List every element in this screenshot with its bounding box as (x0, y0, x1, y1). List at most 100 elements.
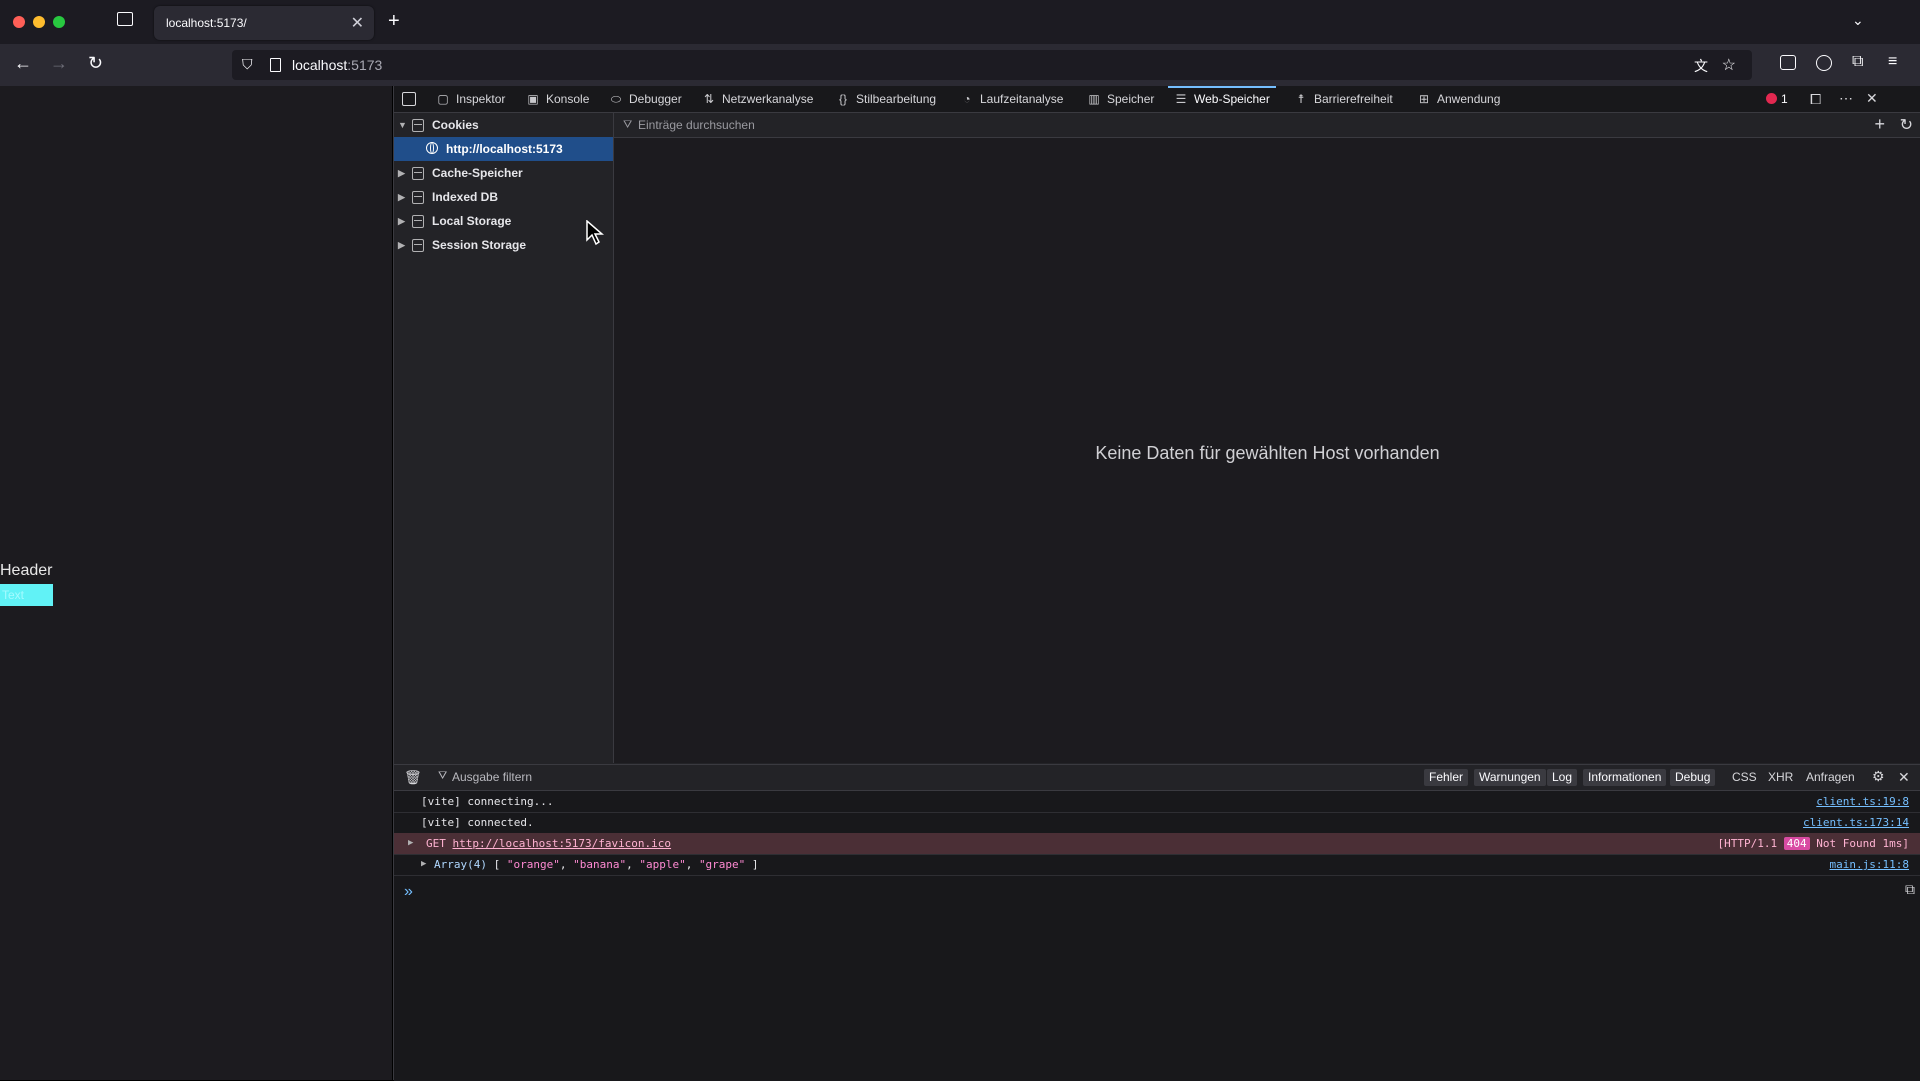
accessibility-icon: ☨ (1297, 92, 1305, 106)
log-source-link[interactable]: client.ts:19:8 (1816, 791, 1909, 812)
http-protocol: [HTTP/1.1 (1717, 837, 1778, 850)
css-filter-button[interactable]: CSS (1732, 769, 1757, 786)
database-icon (412, 215, 424, 228)
log-message: [vite] connected. (421, 816, 534, 829)
tree-item-cache[interactable]: ▶ Cache-Speicher (394, 161, 613, 185)
gear-icon[interactable]: ⚙ (1872, 768, 1885, 785)
tree-item-indexed-db[interactable]: ▶ Indexed DB (394, 185, 613, 209)
tab-laufzeitanalyse[interactable]: ◔ Laufzeitanalyse (960, 86, 1063, 112)
tree-item-label: Session Storage (432, 238, 527, 252)
collapsed-arrow-icon[interactable]: ▶ (398, 161, 405, 185)
close-window-button[interactable] (13, 16, 25, 28)
close-console-icon[interactable]: ✕ (1898, 769, 1910, 786)
chevron-down-icon[interactable]: ⌄ (1852, 12, 1864, 29)
translate-icon[interactable]: 文 (1694, 56, 1708, 76)
expand-arrow-icon[interactable]: ▶ (421, 854, 426, 875)
console-toolbar: 🗑 ⛛ Ausgabe filtern Fehler Warnungen Log… (394, 765, 1920, 791)
tab-barrierefreiheit[interactable]: ☨ Barrierefreiheit (1294, 86, 1393, 112)
close-icon[interactable]: ✕ (351, 13, 364, 33)
level-debug-button[interactable]: Debug (1670, 769, 1716, 786)
pocket-icon[interactable] (1780, 55, 1796, 70)
tab-label: Stilbearbeitung (856, 92, 937, 106)
account-icon[interactable] (1816, 55, 1832, 71)
tab-label: Web-Speicher (1194, 92, 1270, 106)
new-tab-icon[interactable]: + (388, 10, 400, 33)
collapsed-arrow-icon[interactable]: ▶ (398, 233, 405, 257)
collapsed-arrow-icon[interactable]: ▶ (398, 185, 405, 209)
shield-icon[interactable]: ⛉ (242, 56, 253, 73)
dock-icon[interactable]: ⧠ (1810, 91, 1821, 108)
globe-icon (426, 142, 438, 154)
add-item-icon[interactable]: + (1874, 114, 1885, 135)
log-source-link[interactable]: main.js:11:8 (1830, 854, 1909, 875)
page-icon (270, 58, 281, 72)
tab-label: Debugger (629, 92, 682, 106)
level-warnings-button[interactable]: Warnungen (1474, 769, 1546, 786)
performance-icon: ◔ (963, 92, 971, 106)
minimize-window-button[interactable] (33, 16, 45, 28)
tab-overview-icon[interactable] (117, 12, 133, 26)
back-arrow-icon[interactable]: ← (14, 53, 32, 74)
error-icon[interactable] (1766, 93, 1777, 104)
request-url-link[interactable]: http://localhost:5173/favicon.ico (453, 837, 672, 850)
response-status: [HTTP/1.1 404 Not Found 1ms] (1718, 833, 1909, 854)
tab-web-speicher[interactable]: ☰ Web-Speicher (1168, 86, 1276, 112)
browser-tab-strip: localhost:5173/ ✕ + ⌄ (0, 0, 1920, 44)
bookmark-star-icon[interactable]: ☆ (1722, 55, 1736, 75)
network-icon: ⇅ (703, 92, 715, 106)
inspector-icon: ▢ (437, 92, 449, 106)
trash-icon[interactable]: 🗑 (404, 769, 422, 786)
level-log-button[interactable]: Log (1547, 769, 1578, 786)
expanded-arrow-icon[interactable]: ▼ (398, 113, 407, 137)
mouse-cursor-icon (586, 220, 604, 246)
error-count: 1 (1781, 92, 1788, 106)
xhr-filter-button[interactable]: XHR (1768, 769, 1793, 786)
tab-netzwerkanalyse[interactable]: ⇅ Netzwerkanalyse (702, 86, 813, 112)
page-button[interactable]: Text (0, 584, 53, 606)
reload-icon[interactable]: ↻ (88, 53, 103, 74)
tree-item-local-storage[interactable]: ▶ Local Storage (394, 209, 613, 233)
more-options-icon[interactable]: ⋯ (1839, 90, 1853, 107)
tab-konsole[interactable]: ▣ Konsole (526, 86, 589, 112)
tab-stilbearbeitung[interactable]: {} Stilbearbeitung (836, 86, 936, 112)
level-errors-button[interactable]: Fehler (1424, 769, 1469, 786)
close-devtools-icon[interactable]: ✕ (1866, 90, 1878, 107)
level-info-button[interactable]: Informationen (1583, 769, 1667, 786)
database-icon (412, 167, 424, 180)
editor-mode-icon[interactable]: ⧉ (1905, 881, 1915, 898)
storage-tree: ▼ Cookies http://localhost:5173 ▶ Cache-… (394, 113, 614, 763)
tab-label: Barrierefreiheit (1314, 92, 1393, 106)
tree-item-localhost[interactable]: http://localhost:5173 (394, 137, 613, 161)
expand-arrow-icon[interactable]: ▶ (408, 833, 413, 854)
tab-debugger[interactable]: ⬭ Debugger (609, 86, 682, 112)
storage-filter-input[interactable]: Einträge durchsuchen (638, 118, 755, 132)
console-filter-input[interactable]: Ausgabe filtern (452, 770, 532, 784)
collapsed-arrow-icon[interactable]: ▶ (398, 209, 405, 233)
url-bar[interactable]: ⛉ localhost:5173 文 ☆ (232, 50, 1752, 80)
refresh-icon[interactable]: ↻ (1900, 115, 1913, 135)
tab-speicher[interactable]: ▥ Speicher (1087, 86, 1154, 112)
log-message: [vite] connecting... (421, 795, 554, 808)
tab-inspektor[interactable]: ▢ Inspektor (436, 86, 505, 112)
log-row-error[interactable]: ▶ GET http://localhost:5173/favicon.ico … (394, 833, 1920, 855)
menu-icon[interactable]: ≡ (1888, 53, 1897, 71)
storage-icon: ☰ (1175, 92, 1187, 106)
array-prefix: Array(4) (434, 858, 487, 871)
maximize-window-button[interactable] (53, 16, 65, 28)
requests-filter-button[interactable]: Anfragen (1806, 769, 1855, 786)
console-input[interactable] (424, 879, 1864, 901)
extensions-icon[interactable]: ⧉ (1852, 53, 1863, 71)
forward-arrow-icon[interactable]: → (50, 53, 68, 74)
navigation-bar: ← → ↻ ⛉ localhost:5173 文 ☆ ⧉ ≡ (0, 44, 1920, 86)
element-picker-icon[interactable] (402, 92, 416, 106)
browser-tab[interactable]: localhost:5173/ ✕ (154, 6, 374, 40)
tree-item-session-storage[interactable]: ▶ Session Storage (394, 233, 613, 257)
tree-item-label: Indexed DB (432, 190, 499, 204)
tab-label: Speicher (1107, 92, 1155, 106)
tree-item-cookies[interactable]: ▼ Cookies (394, 113, 613, 137)
tab-anwendung[interactable]: ⊞ Anwendung (1417, 86, 1500, 112)
storage-table-area: ⛛ Einträge durchsuchen + ↻ Keine Daten f… (614, 113, 1920, 763)
filter-icon: ⛛ (623, 119, 633, 131)
log-source-link[interactable]: client.ts:173:14 (1803, 812, 1909, 833)
tree-item-label: Cache-Speicher (432, 166, 523, 180)
